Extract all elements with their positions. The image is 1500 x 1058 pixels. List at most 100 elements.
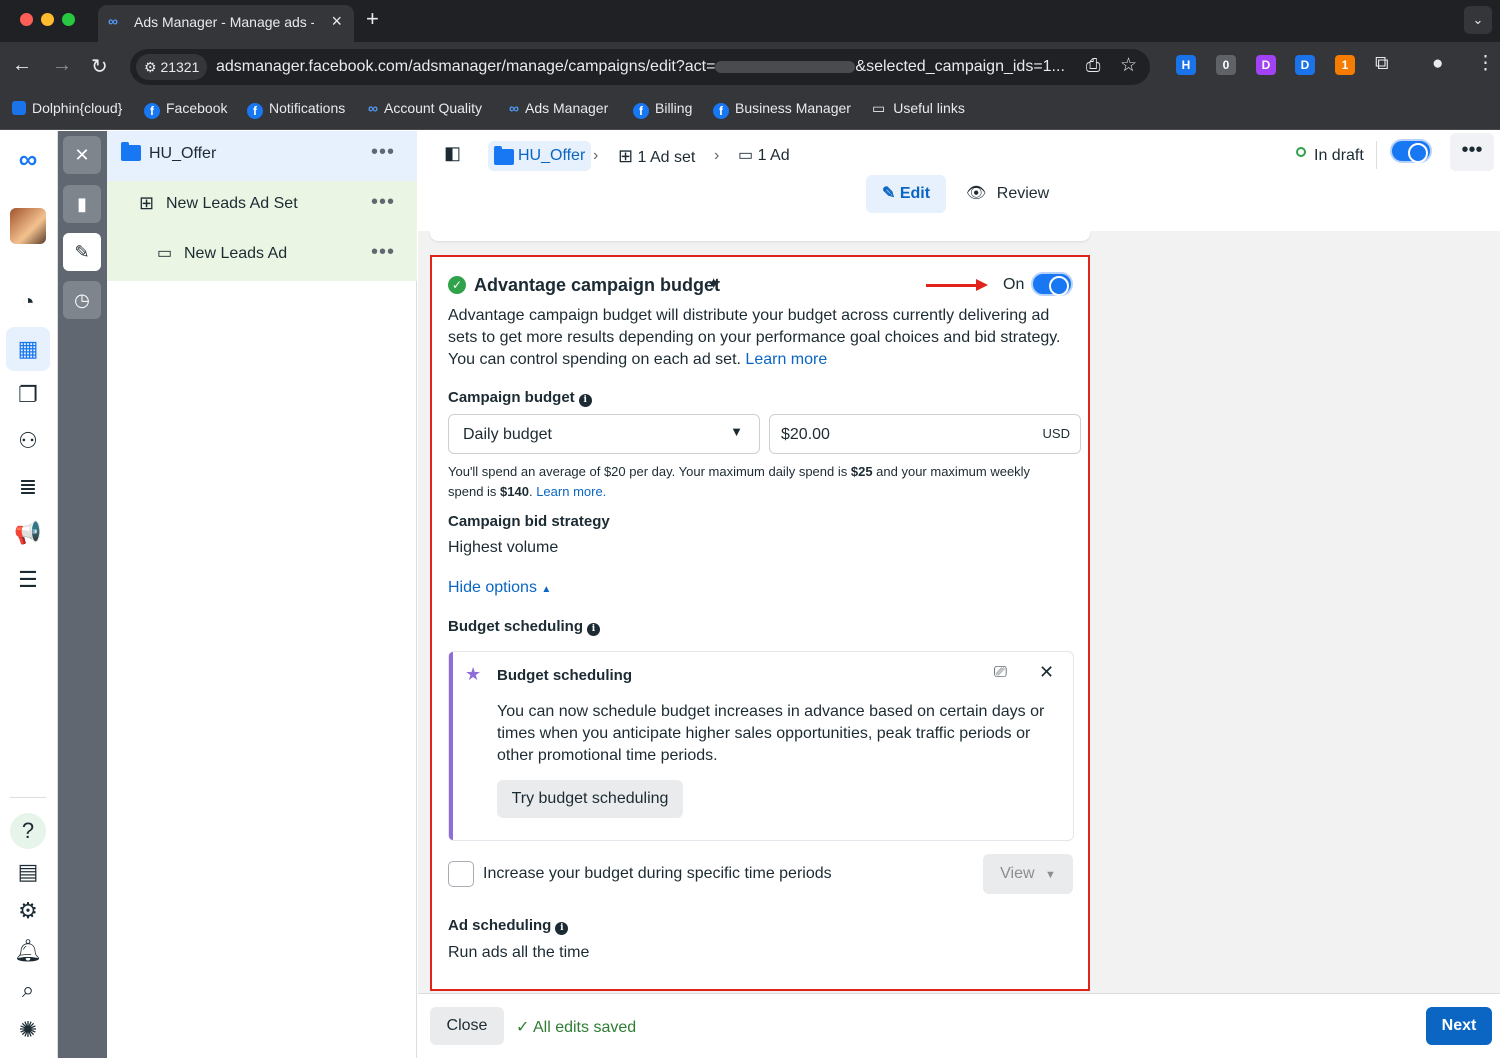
close-button[interactable]: Close [430,1007,504,1045]
tab-close-icon[interactable]: × [331,11,342,32]
more-options-icon[interactable]: ••• [371,241,395,264]
new-tab-icon[interactable]: + [366,6,379,32]
settings-gear-icon[interactable]: ⚙ [14,897,42,925]
breadcrumb-chevron-icon: › [714,147,720,164]
edit-label: Edit [899,185,931,202]
audiences-icon[interactable]: ⚇ [14,427,42,455]
hide-options-link[interactable]: Hide options ▲ [448,577,551,601]
checkmark-circle-icon: ✓ [448,276,466,294]
search-icon[interactable]: ⌕ [14,976,42,1004]
more-options-icon[interactable]: ••• [371,191,395,214]
tune-icon: ⚙ [144,59,157,75]
ads-megaphone-icon[interactable]: 📢 [14,519,42,547]
bookmark-star-icon[interactable]: ☆ [1120,54,1137,77]
review-label: Review [996,185,1050,202]
feedback-icon[interactable]: ⎚ [994,664,1007,682]
bug-report-icon[interactable]: ✺ [14,1016,42,1044]
toggle-sidebar-icon[interactable]: ◧ [444,143,461,164]
tree-row-adset[interactable]: ⊞ New Leads Ad Set ••• [107,181,417,231]
menu-hamburger-icon[interactable]: ☰ [14,566,42,594]
advantage-budget-card: ✓ Advantage campaign budget ✦ On Advanta… [430,255,1090,991]
bookmark-label: Useful links [893,100,965,116]
budget-amount-input[interactable]: $20.00 USD [769,414,1081,454]
performance-chart-icon[interactable]: ▮ [63,185,101,223]
close-icon[interactable]: ✕ [1039,662,1054,683]
bookmark-facebook[interactable]: f Facebook [144,100,227,119]
forward-arrow-icon[interactable]: → [52,54,72,77]
extension-h-icon[interactable]: H [1176,55,1196,75]
info-icon[interactable]: i [587,623,600,636]
extension-d-purple-icon[interactable]: D [1256,55,1276,75]
facebook-icon: f [247,103,263,119]
eye-icon: 👁︎ [966,185,987,202]
reload-icon[interactable]: ↻ [91,54,108,79]
browser-tab-bar: ∞ Ads Manager - Manage ads - × + ⌄ [0,0,1500,42]
tree-row-campaign[interactable]: HU_Offer ••• [107,131,417,181]
next-button[interactable]: Next [1426,1007,1492,1045]
billing-stack-icon[interactable]: ≣ [14,473,42,501]
back-arrow-icon[interactable]: ← [12,54,32,77]
previous-section-card [430,231,1090,241]
breadcrumb-campaign[interactable]: HU_Offer [488,141,592,171]
campaign-on-off-toggle[interactable] [1390,139,1432,163]
pages-icon[interactable]: ❐ [14,381,42,409]
info-icon[interactable]: i [578,394,592,407]
more-options-icon[interactable]: ••• [371,141,395,164]
bookmark-account-quality[interactable]: ∞ Account Quality [368,100,482,116]
tree-campaign-label: HU_Offer [149,145,217,162]
install-app-icon[interactable]: ⎙ [1086,55,1100,76]
url-text[interactable]: adsmanager.facebook.com/adsmanager/manag… [216,58,1065,76]
extensions-puzzle-icon[interactable]: ⧉ [1375,53,1389,75]
edit-pencil-icon[interactable]: ✎ [63,233,101,271]
annotation-arrow-line [926,284,976,287]
tree-row-ad[interactable]: ▭ New Leads Ad ••• [107,231,417,281]
meta-favicon-icon: ∞ [108,13,118,29]
view-dropdown-button[interactable]: View ▼ [983,854,1073,894]
bookmark-ads-manager[interactable]: ∞ Ads Manager [509,100,608,116]
profile-icon[interactable]: ● [1432,53,1443,75]
bookmark-label: Account Quality [383,100,483,116]
promo-accent-bar [449,652,453,840]
advantage-budget-toggle[interactable] [1031,272,1073,296]
increase-budget-checkbox[interactable] [448,861,474,887]
section-description: Advantage campaign budget will distribut… [448,305,1074,371]
minimize-window-button[interactable] [41,13,54,26]
edit-tab-button[interactable]: ✎ Edit [866,175,946,213]
bookmark-notifications[interactable]: f Notifications [247,100,345,119]
more-options-icon[interactable]: ••• [1450,133,1494,171]
bookmark-billing[interactable]: f Billing [633,100,692,119]
news-feed-icon[interactable]: ▤ [14,858,42,886]
campaigns-table-icon[interactable]: ▦ [14,335,42,363]
history-clock-icon[interactable]: ◷ [63,281,101,319]
browser-tab[interactable]: ∞ Ads Manager - Manage ads - × [98,5,354,42]
info-icon[interactable]: i [555,922,569,935]
extension-doc-icon[interactable]: 0 [1216,55,1236,75]
close-editor-icon[interactable]: ✕ [63,136,101,174]
try-budget-scheduling-button[interactable]: Try budget scheduling [497,780,683,818]
bookmark-dolphin[interactable]: Dolphin{cloud} [12,100,122,116]
extension-orange-icon[interactable]: 1 [1335,55,1355,75]
learn-more-link[interactable]: Learn more [745,351,827,368]
dolphin-icon [12,101,26,115]
breadcrumb-ad[interactable]: ▭ 1 Ad [738,141,790,171]
close-window-button[interactable] [20,13,33,26]
meta-logo-icon[interactable]: ∞ [14,145,42,173]
spend-learn-more-link[interactable]: Learn more. [536,484,606,499]
notifications-bell-icon[interactable]: 🔔︎ [14,937,42,965]
review-tab-button[interactable]: 👁︎ Review [966,175,1049,213]
extension-d-blue-icon[interactable]: D [1295,55,1315,75]
dashboard-gauge-icon[interactable]: ◔ [14,288,42,316]
tab-search-chevron-icon[interactable]: ⌄ [1464,6,1492,34]
address-bar[interactable]: ⚙ 21321 adsmanager.facebook.com/adsmanag… [130,49,1150,85]
maximize-window-button[interactable] [62,13,75,26]
pencil-icon: ✎ [881,185,896,202]
adset-grid-icon: ⊞ [139,193,155,213]
avatar[interactable] [10,208,46,244]
bookmark-business-manager[interactable]: f Business Manager [713,100,851,119]
help-icon[interactable]: ? [10,813,46,849]
breadcrumb-adset[interactable]: ⊞ 1 Ad set [618,141,695,171]
browser-menu-icon[interactable]: ⋮ [1476,52,1495,75]
budget-type-select[interactable]: Daily budget ▼ [448,414,760,454]
site-info-chip[interactable]: ⚙ 21321 [136,54,208,80]
bookmark-useful-links[interactable]: ▭ Useful links [872,100,965,117]
